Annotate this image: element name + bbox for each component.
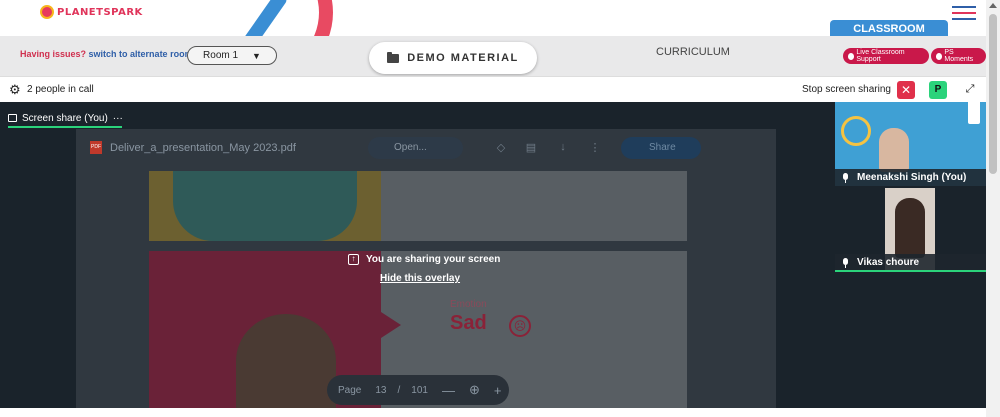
screen-share-tab-label: Screen share (You) — [22, 112, 108, 124]
nav-row: Having issues? switch to alternate room … — [0, 36, 986, 76]
demo-material-button[interactable]: DEMO MATERIAL — [369, 42, 537, 74]
emotion-label: Emotion — [450, 299, 487, 310]
monitor-icon — [8, 114, 17, 122]
scroll-up-icon[interactable] — [989, 3, 997, 8]
screen-share-tab[interactable]: Screen share (You) ··· — [8, 108, 123, 128]
room-select-value: Room 1 — [203, 50, 239, 61]
active-tab-indicator — [8, 126, 122, 128]
participant-avatar-video — [879, 128, 909, 172]
page-scrollbar[interactable] — [986, 0, 1000, 417]
sad-face-icon: ☹ — [509, 315, 531, 337]
pdf-title: Deliver_a_presentation_May 2023.pdf — [110, 142, 296, 154]
participant-tiles: Meenakshi Singh (You) Vikas choure — [835, 102, 986, 408]
participant-name: Vikas choure — [857, 257, 920, 268]
emotion-word: Sad — [450, 312, 487, 334]
participant-name-bar: Vikas choure — [835, 254, 986, 271]
live-support-label: Live Classroom Support — [856, 49, 905, 63]
total-pages: 101 — [411, 384, 428, 396]
call-bar: ⚙ 2 people in call Stop screen sharing ✕… — [0, 76, 986, 102]
present-icon: ↑ — [348, 254, 359, 265]
sharing-message-text: You are sharing your screen — [366, 254, 501, 265]
alternate-room-link[interactable]: switch to alternate room — [89, 49, 193, 59]
participant-name-bar: Meenakshi Singh (You) — [835, 169, 986, 186]
moments-icon — [936, 52, 943, 60]
top-header: PLANETSPARK CLASSROOM — [0, 0, 986, 85]
more-options-icon[interactable]: ··· — [113, 113, 123, 124]
zoom-icon: ⊕ — [468, 382, 480, 397]
support-icon — [848, 52, 855, 60]
stop-sharing-button[interactable]: ✕ — [897, 81, 915, 99]
add-comment-icon: ◇ — [496, 142, 506, 154]
slide-pointer-shape — [381, 312, 401, 338]
print-icon: ▤ — [525, 142, 537, 154]
logo-text: PLANETSPARK — [57, 6, 143, 18]
menu-icon[interactable] — [952, 6, 976, 20]
more-vert-icon: ⋮ — [589, 142, 601, 154]
folder-icon — [387, 51, 400, 63]
page-label: Page — [338, 384, 362, 396]
live-classroom-support-button[interactable]: Live Classroom Support — [843, 48, 929, 64]
zoom-out-icon: — — [441, 382, 455, 398]
participant-avatar-video — [895, 198, 925, 258]
classroom-page: PLANETSPARK CLASSROOM Having issues? swi… — [0, 0, 1000, 417]
curriculum-tab[interactable]: CURRICULUM — [656, 46, 730, 58]
ps-moments-button[interactable]: PS Moments — [931, 48, 986, 64]
pdf-page-controls: Page 13 / 101 — ⊕ + — [327, 375, 509, 405]
mic-icon — [842, 257, 849, 268]
caret-down-icon: ▼ — [252, 50, 261, 61]
gear-icon[interactable]: ⚙ — [9, 83, 21, 96]
stop-sharing-label: Stop screen sharing — [802, 84, 891, 95]
current-page: 13 — [375, 384, 387, 396]
download-icon: ↓ — [560, 141, 566, 153]
zoom-in-icon: + — [493, 382, 502, 398]
room-select[interactable]: Room 1 ▼ — [187, 46, 277, 65]
expand-icon[interactable]: ⤢ — [962, 81, 978, 97]
bookmark-icon — [968, 102, 980, 124]
background-mic-graphic — [841, 116, 871, 146]
open-with-button: Open... — [368, 137, 463, 159]
participant-avatar[interactable]: P — [929, 81, 947, 99]
demo-material-label: DEMO MATERIAL — [407, 52, 519, 64]
scrollbar-thumb[interactable] — [989, 14, 997, 174]
logo-icon — [40, 5, 54, 19]
share-doc-button: Share — [621, 137, 701, 159]
pdf-icon: PDF — [90, 141, 102, 154]
pdf-toolbar: PDF Deliver_a_presentation_May 2023.pdf … — [76, 129, 776, 169]
crying-man-photo — [236, 314, 336, 408]
speaking-indicator — [835, 270, 986, 272]
ps-moments-label: PS Moments — [944, 49, 974, 63]
slide-shirt-shape — [173, 171, 357, 241]
participant-name: Meenakshi Singh (You) — [857, 172, 967, 183]
issues-label: Having issues? — [20, 49, 87, 59]
sharing-overlay-message: ↑ You are sharing your screen — [348, 254, 500, 265]
hide-overlay-link[interactable]: Hide this overlay — [380, 273, 460, 284]
mic-icon — [842, 172, 849, 183]
people-count: 2 people in call — [27, 84, 94, 95]
shared-screen: PDF Deliver_a_presentation_May 2023.pdf … — [76, 129, 776, 408]
planetspark-logo[interactable]: PLANETSPARK — [40, 5, 143, 19]
issues-text: Having issues? switch to alternate room — [20, 49, 193, 59]
page-separator: / — [397, 384, 401, 396]
slide-panel-top — [381, 171, 687, 241]
bottom-strip — [0, 408, 986, 417]
